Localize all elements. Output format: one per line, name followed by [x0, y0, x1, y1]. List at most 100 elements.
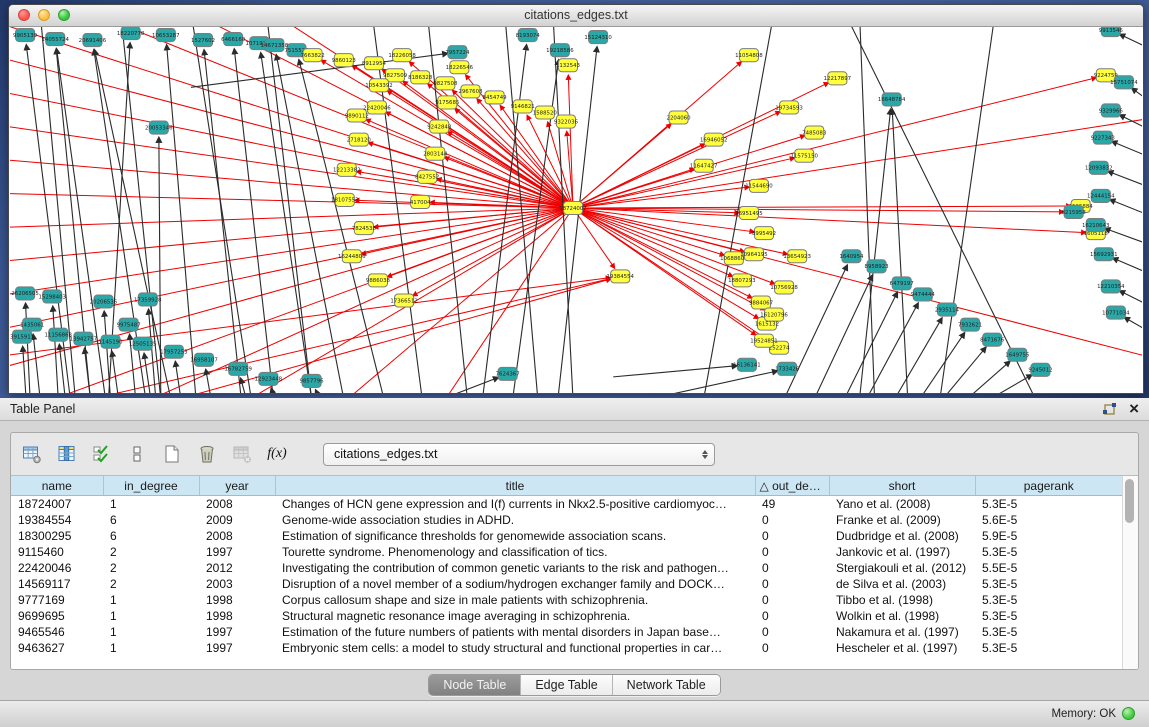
graph-node[interactable]: 16244806: [338, 250, 366, 263]
graph-node[interactable]: 14055724: [41, 33, 69, 46]
column-header-name[interactable]: name: [11, 476, 103, 496]
graph-node[interactable]: 8471676: [980, 333, 1005, 346]
graph-node[interactable]: 2803144: [423, 147, 448, 160]
graph-node[interactable]: 9175685: [435, 96, 459, 109]
graph-node[interactable]: 17359928: [134, 293, 162, 306]
graph-node[interactable]: 18807293: [728, 274, 756, 287]
tab-node-table[interactable]: Node Table: [429, 675, 520, 695]
graph-node[interactable]: 7932621: [958, 318, 982, 331]
table-settings-icon[interactable]: [21, 443, 43, 465]
graph-node[interactable]: 20053346: [145, 121, 173, 134]
graph-node[interactable]: 1733426: [775, 362, 800, 375]
tab-edge-table[interactable]: Edge Table: [520, 675, 611, 695]
row-height-icon[interactable]: [126, 443, 148, 465]
graph-node[interactable]: 2718120: [347, 133, 372, 146]
graph-node[interactable]: 9242848: [427, 120, 452, 133]
graph-node[interactable]: 20691406: [79, 34, 107, 47]
table-row[interactable]: 1830029562008Estimation of significance …: [11, 528, 1123, 544]
column-header-out_degree[interactable]: △ out_de…: [755, 476, 829, 496]
table-scrollbar[interactable]: [1122, 476, 1138, 669]
network-window-titlebar[interactable]: citations_edges.txt: [9, 5, 1143, 27]
table-row[interactable]: 911546021997Tourette syndrome. Phenomeno…: [11, 544, 1123, 560]
graph-node[interactable]: 18226058: [388, 49, 416, 62]
graph-node[interactable]: 9227343: [1091, 131, 1115, 144]
graph-node[interactable]: 15751074: [1110, 76, 1138, 89]
graph-node[interactable]: 10756928: [770, 281, 798, 294]
graph-node[interactable]: 9322036: [554, 115, 579, 128]
table-row[interactable]: 2242004622012Investigating the contribut…: [11, 560, 1123, 576]
graph-node[interactable]: 19524851: [750, 334, 778, 347]
table-row[interactable]: 946362711997Embryonic stem cells: a mode…: [11, 640, 1123, 656]
graph-node[interactable]: 17957253: [160, 345, 188, 358]
graph-node[interactable]: 9245012: [1028, 363, 1052, 376]
graph-node[interactable]: 15692931: [1090, 248, 1118, 261]
table-row[interactable]: 1872400712008Changes of HCN gene express…: [11, 496, 1123, 513]
graph-node[interactable]: 9827508: [433, 77, 458, 90]
table-row[interactable]: 977716911998Corpus callosum shape and si…: [11, 592, 1123, 608]
graph-node[interactable]: 8186328: [408, 71, 433, 84]
graph-node[interactable]: 9905139: [13, 29, 38, 42]
graph-node[interactable]: 1145190: [98, 335, 123, 348]
graph-node[interactable]: 11647427: [690, 159, 718, 172]
graph-node[interactable]: 16136141: [733, 358, 761, 371]
graph-node[interactable]: 12505135: [129, 337, 157, 350]
table-scrollbar-thumb[interactable]: [1125, 479, 1134, 523]
graph-node[interactable]: 417004: [410, 195, 431, 208]
graph-node[interactable]: 9860123: [332, 54, 356, 67]
graph-node[interactable]: 12923448: [255, 372, 283, 385]
show-column-icon[interactable]: [56, 443, 78, 465]
graph-node[interactable]: 1132543: [556, 59, 580, 72]
graph-node[interactable]: 9857796: [300, 374, 325, 387]
column-header-in_degree[interactable]: in_degree: [103, 476, 199, 496]
column-header-year[interactable]: year: [199, 476, 275, 496]
graph-node[interactable]: 19734593: [775, 101, 803, 114]
graph-node[interactable]: 8193074: [516, 29, 541, 42]
graph-node[interactable]: 17366512: [390, 294, 418, 307]
graph-node[interactable]: 11156863: [44, 328, 72, 341]
graph-node[interactable]: 9474444: [911, 288, 936, 301]
graph-node[interactable]: 7957224: [445, 46, 470, 59]
graph-node[interactable]: 10543392: [365, 79, 393, 92]
graph-node[interactable]: 7485083: [802, 126, 826, 139]
graph-node[interactable]: 1588520: [533, 106, 558, 119]
graph-node[interactable]: 8995492: [752, 227, 776, 240]
table-row[interactable]: 946554611997Estimation of the future num…: [11, 624, 1123, 640]
graph-node[interactable]: 2967608: [458, 85, 483, 98]
graph-node[interactable]: 16946052: [700, 133, 728, 146]
graph-node[interactable]: 16648784: [878, 93, 906, 106]
graph-node[interactable]: 3915911: [10, 330, 34, 343]
table-row[interactable]: 1938455462009Genome-wide association stu…: [11, 512, 1123, 528]
graph-node[interactable]: 19218586: [546, 44, 574, 57]
graph-node[interactable]: 26206505: [11, 287, 39, 300]
graph-node[interactable]: 7624367: [496, 367, 520, 380]
column-header-short[interactable]: short: [829, 476, 975, 496]
network-view-window[interactable]: citations_edges.txt 25227441700411325431…: [8, 4, 1144, 394]
graph-node[interactable]: 10653287: [152, 29, 180, 42]
table-row[interactable]: 1456911722003Disruption of a novel membe…: [11, 576, 1123, 592]
function-builder-icon[interactable]: f(x): [266, 443, 288, 465]
column-header-pagerank[interactable]: pagerank: [975, 476, 1123, 496]
graph-node[interactable]: 12213382: [333, 163, 361, 176]
table-selector-dropdown[interactable]: citations_edges.txt: [323, 443, 715, 466]
graph-node[interactable]: 7663822: [301, 49, 325, 62]
close-panel-icon[interactable]: ×: [1129, 400, 1139, 418]
graph-node[interactable]: 16782759: [224, 362, 252, 375]
graph-node[interactable]: 12217897: [824, 72, 852, 85]
graph-node[interactable]: 15298403: [38, 290, 66, 303]
graph-node[interactable]: 9329966: [1099, 104, 1124, 117]
delete-attribute-icon[interactable]: [196, 443, 218, 465]
graph-node[interactable]: 1435061: [20, 318, 44, 331]
graph-node[interactable]: 11544690: [745, 179, 773, 192]
graph-node[interactable]: 9913546: [1099, 27, 1124, 37]
graph-node[interactable]: 9884067: [749, 296, 773, 309]
graph-node[interactable]: 12093832: [1085, 161, 1113, 174]
graph-node[interactable]: 9886038: [366, 274, 391, 287]
graph-node[interactable]: 11575150: [790, 149, 818, 162]
graph-node[interactable]: 8427552: [415, 170, 439, 183]
float-panel-icon[interactable]: [1102, 402, 1117, 417]
graph-node[interactable]: 16210643: [1082, 219, 1110, 232]
graph-node[interactable]: 1527602: [191, 34, 215, 47]
graph-node[interactable]: 16120796: [760, 308, 788, 321]
graph-node[interactable]: 8454749: [483, 91, 508, 104]
column-header-title[interactable]: title: [275, 476, 755, 496]
